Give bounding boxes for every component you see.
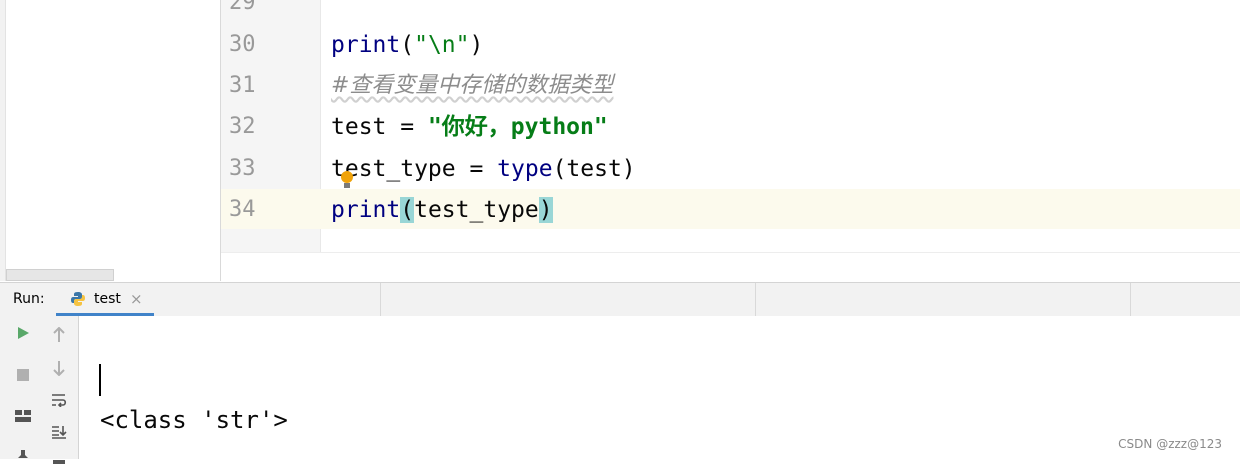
print-icon: [53, 460, 65, 464]
layout-icon: [15, 410, 31, 422]
string-literal: "\n": [414, 32, 470, 58]
call-arg: test_type: [414, 197, 539, 223]
comment: #查看变量中存储的数据类型: [331, 73, 614, 98]
run-panel-header: Run: test ×: [0, 282, 1240, 317]
scroll-down-button[interactable]: [47, 356, 71, 380]
call-args: (test): [552, 156, 636, 182]
run-toolbar: [0, 316, 79, 464]
assignment: test =: [331, 114, 428, 140]
line-number: 34: [229, 197, 256, 222]
scroll-to-end-icon: [52, 426, 67, 439]
string-literal: "你好，python": [427, 114, 608, 140]
intention-bulb-icon[interactable]: [341, 171, 353, 183]
python-icon: [71, 292, 85, 306]
layout-button[interactable]: [11, 404, 35, 428]
rerun-button[interactable]: [11, 321, 35, 345]
scroll-up-button[interactable]: [47, 323, 71, 347]
console-output[interactable]: [79, 316, 1240, 459]
paren: (: [400, 32, 415, 58]
project-panel: [0, 0, 221, 281]
paren-highlight: ): [538, 197, 553, 223]
pin-icon: [18, 450, 28, 458]
tab-label: test: [94, 291, 121, 307]
header-divider: [1130, 283, 1131, 316]
horizontal-scrollbar[interactable]: [6, 269, 114, 281]
line-number: 31: [229, 73, 256, 98]
print-button[interactable]: [47, 450, 71, 474]
play-icon: [18, 327, 29, 339]
text-cursor: [99, 364, 101, 396]
line-number: 30: [229, 32, 256, 57]
arrow-up-icon: [53, 327, 65, 342]
paren-highlight: (: [400, 197, 415, 223]
code-line-34[interactable]: print(test_type): [331, 195, 553, 225]
close-icon[interactable]: ×: [130, 290, 143, 308]
code-line-32[interactable]: test = "你好，python": [331, 112, 608, 142]
assignment: test_type =: [331, 156, 498, 182]
intention-bulb-base: [344, 183, 350, 188]
builtin-print: print: [331, 197, 401, 223]
scroll-to-end-button[interactable]: [47, 420, 71, 444]
stop-button[interactable]: [11, 363, 35, 387]
code-line-31[interactable]: #查看变量中存储的数据类型: [331, 71, 613, 101]
line-number: 29: [229, 0, 256, 15]
pin-button[interactable]: [11, 444, 35, 468]
console-line: <class 'str'>: [100, 406, 288, 434]
editor-bottom-area: [221, 252, 1240, 282]
tool-window-strip: [0, 0, 6, 281]
run-label: Run:: [13, 291, 45, 307]
code-line-33[interactable]: test_type = type(test): [331, 154, 636, 184]
line-number: 33: [229, 156, 256, 181]
run-tab-test[interactable]: test ×: [56, 283, 154, 316]
soft-wrap-icon: [52, 394, 67, 407]
header-divider: [755, 283, 756, 316]
arrow-down-icon: [53, 361, 65, 376]
code-line-30[interactable]: print("\n"): [331, 30, 483, 60]
soft-wrap-button[interactable]: [47, 388, 71, 412]
line-number: 32: [229, 114, 256, 139]
builtin-print: print: [331, 32, 401, 58]
builtin-type: type: [497, 156, 553, 182]
stop-icon: [17, 369, 29, 381]
paren: ): [469, 32, 484, 58]
watermark: CSDN @zzz@123: [1118, 437, 1222, 451]
header-divider: [380, 283, 381, 316]
